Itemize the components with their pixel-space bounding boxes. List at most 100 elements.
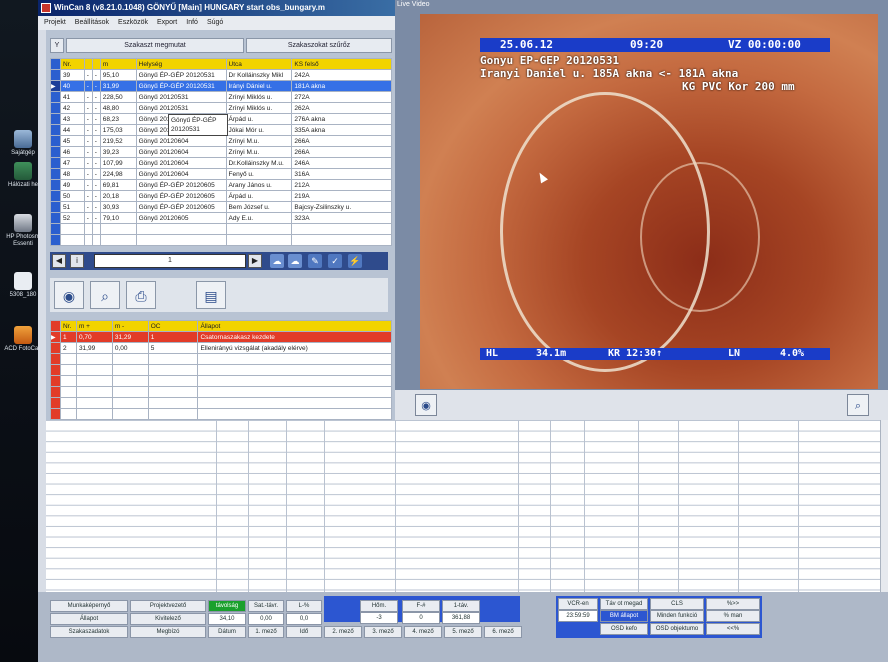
observation-cell[interactable]: Ellenirányú vizsgálat (akadály elérve) xyxy=(197,342,392,354)
section-cell[interactable]: - xyxy=(91,69,101,81)
col-header[interactable]: Utca xyxy=(225,58,293,70)
status-client[interactable]: Megbízó xyxy=(130,626,206,638)
prev-record-button[interactable]: ◀ xyxy=(52,254,66,268)
graph-icon[interactable]: ⚡ xyxy=(348,254,362,268)
row-selector[interactable] xyxy=(50,102,61,114)
section-cell[interactable]: 40 xyxy=(59,80,85,92)
section-cell[interactable]: 48 xyxy=(59,168,85,180)
section-cell[interactable]: - xyxy=(83,124,93,136)
col-header[interactable]: m - xyxy=(111,320,149,332)
print-icon[interactable]: ⎙ xyxy=(126,281,156,309)
section-cell[interactable]: Irányi Dániel u. xyxy=(225,80,293,92)
section-cell[interactable]: - xyxy=(91,168,101,180)
row-selector[interactable] xyxy=(50,342,61,354)
section-cell[interactable]: 39,23 xyxy=(99,146,137,158)
col-header[interactable]: Nr. xyxy=(59,320,77,332)
section-row[interactable]: 49- -69,81 Gönyű ÉP-GÉP 20120605 Arany Jáno… xyxy=(50,179,392,191)
section-cell[interactable]: - xyxy=(83,91,93,103)
zoom-icon[interactable]: ⌕ xyxy=(90,281,120,309)
section-cell[interactable]: - xyxy=(83,69,93,81)
status-contractor[interactable]: Kivitelező xyxy=(130,613,206,625)
section-cell[interactable]: - xyxy=(91,146,101,158)
section-cell[interactable]: 48,80 xyxy=(99,102,137,114)
row-selector[interactable] xyxy=(50,91,61,103)
section-cell[interactable]: 272A xyxy=(291,91,392,103)
row-selector[interactable] xyxy=(50,113,61,125)
row-selector[interactable] xyxy=(50,201,61,213)
col-header[interactable]: OC xyxy=(147,320,199,332)
section-cell[interactable]: 50 xyxy=(59,190,85,202)
vertical-scrollbar[interactable] xyxy=(880,420,888,592)
section-cell[interactable]: 49 xyxy=(59,179,85,191)
section-cell[interactable]: 242A xyxy=(291,69,392,81)
section-row[interactable]: 48- -224,98 Gönyű 20120604 Fenyő u. 316A xyxy=(50,168,392,180)
section-cell[interactable]: - xyxy=(83,212,93,224)
cloud2-icon[interactable]: ☁ xyxy=(288,254,302,268)
section-row[interactable]: 42- -48,80 Gönyű 20120531 Zrínyi Miklós u. 2… xyxy=(50,102,392,114)
field-3[interactable]: 3. mező xyxy=(364,626,402,638)
observation-cell[interactable]: 1 xyxy=(147,331,199,343)
section-cell[interactable]: - xyxy=(91,212,101,224)
row-selector[interactable] xyxy=(50,157,61,169)
time-field[interactable]: Idő xyxy=(286,626,322,638)
observation-row[interactable]: ▶ 1 0,70 31,29 1 Csatornaszakasz kezdete xyxy=(50,331,392,343)
page-number-field[interactable]: 1 xyxy=(94,254,246,268)
menu-projekt[interactable]: Projekt xyxy=(44,16,66,30)
section-cell[interactable]: - xyxy=(91,102,101,114)
section-cell[interactable]: Dr.Kolláinszky M.u. xyxy=(225,157,293,169)
menu-eszkozok[interactable]: Eszközök xyxy=(118,16,148,30)
row-selector[interactable] xyxy=(50,168,61,180)
section-cell[interactable]: - xyxy=(91,179,101,191)
percent-forward-button[interactable]: %>> xyxy=(706,598,760,610)
row-selector[interactable] xyxy=(50,124,61,136)
window-title-bar[interactable]: WinCan 8 (v8.21.0.1048) GÖNYŰ [Main] HUN… xyxy=(38,0,398,16)
status-section-data[interactable]: Szakaszadatok xyxy=(50,626,128,638)
section-row[interactable]: 46- -39,23 Gönyű 20120604 Zrínyi M.u. 266A xyxy=(50,146,392,158)
observation-cell[interactable]: 0,00 xyxy=(111,342,149,354)
col-header[interactable] xyxy=(91,58,101,70)
field-2[interactable]: 2. mező xyxy=(324,626,362,638)
report-icon[interactable]: ▤ xyxy=(196,281,226,309)
section-cell[interactable]: 266A xyxy=(291,146,392,158)
observation-cell[interactable]: 31,29 xyxy=(111,331,149,343)
zoom-video-icon[interactable]: ⌕ xyxy=(847,394,869,416)
section-cell[interactable]: 228,50 xyxy=(99,91,137,103)
section-cell[interactable]: 52 xyxy=(59,212,85,224)
section-cell[interactable]: - xyxy=(91,190,101,202)
section-cell[interactable]: - xyxy=(83,113,93,125)
section-cell[interactable]: - xyxy=(83,190,93,202)
section-cell[interactable]: 316A xyxy=(291,168,392,180)
section-cell[interactable]: 107,99 xyxy=(99,157,137,169)
section-cell[interactable]: 212A xyxy=(291,179,392,191)
field-6[interactable]: 6. mező xyxy=(484,626,522,638)
cloud-icon[interactable]: ☁ xyxy=(270,254,284,268)
section-cell[interactable]: Gönyű 20120604 xyxy=(135,146,227,158)
all-functions-button[interactable]: Minden funkció xyxy=(650,610,704,622)
filter-section-button[interactable]: Szakaszokat szűrőz xyxy=(246,38,392,53)
section-cell[interactable]: 46 xyxy=(59,146,85,158)
section-cell[interactable]: - xyxy=(83,157,93,169)
section-cell[interactable]: Fenyő u. xyxy=(225,168,293,180)
col-header[interactable]: KS felső xyxy=(291,58,392,70)
section-cell[interactable]: 42 xyxy=(59,102,85,114)
percent-manual-button[interactable]: % man xyxy=(706,610,760,622)
row-selector[interactable] xyxy=(50,146,61,158)
section-cell[interactable]: - xyxy=(83,168,93,180)
observation-cell[interactable]: 1 xyxy=(59,331,77,343)
bm-state-button[interactable]: BM állapot xyxy=(600,610,648,622)
col-header[interactable]: Helység xyxy=(135,58,227,70)
row-selector[interactable] xyxy=(50,69,61,81)
section-cell[interactable]: - xyxy=(83,102,93,114)
section-cell[interactable]: - xyxy=(91,124,101,136)
col-header[interactable]: Állapot xyxy=(197,320,392,332)
section-row[interactable]: 51- -30,93 Gönyű ÉP-GÉP 20120605 Bem József… xyxy=(50,201,392,213)
section-row[interactable]: 47- -107,99 Gönyű 20120604 Dr.Kolláinszky M… xyxy=(50,157,392,169)
section-cell[interactable]: 20,18 xyxy=(99,190,137,202)
observation-cell[interactable]: 0,70 xyxy=(75,331,113,343)
cls-button[interactable]: CLS xyxy=(650,598,704,610)
info-icon[interactable]: i xyxy=(70,254,84,268)
section-cell[interactable]: 39 xyxy=(59,69,85,81)
section-row[interactable]: 45- -219,52 Gönyű 20120604 Zrínyi M.u. 266A xyxy=(50,135,392,147)
section-cell[interactable]: Gönyű ÉP-GÉP 20120605 xyxy=(135,190,227,202)
section-cell[interactable]: - xyxy=(91,135,101,147)
